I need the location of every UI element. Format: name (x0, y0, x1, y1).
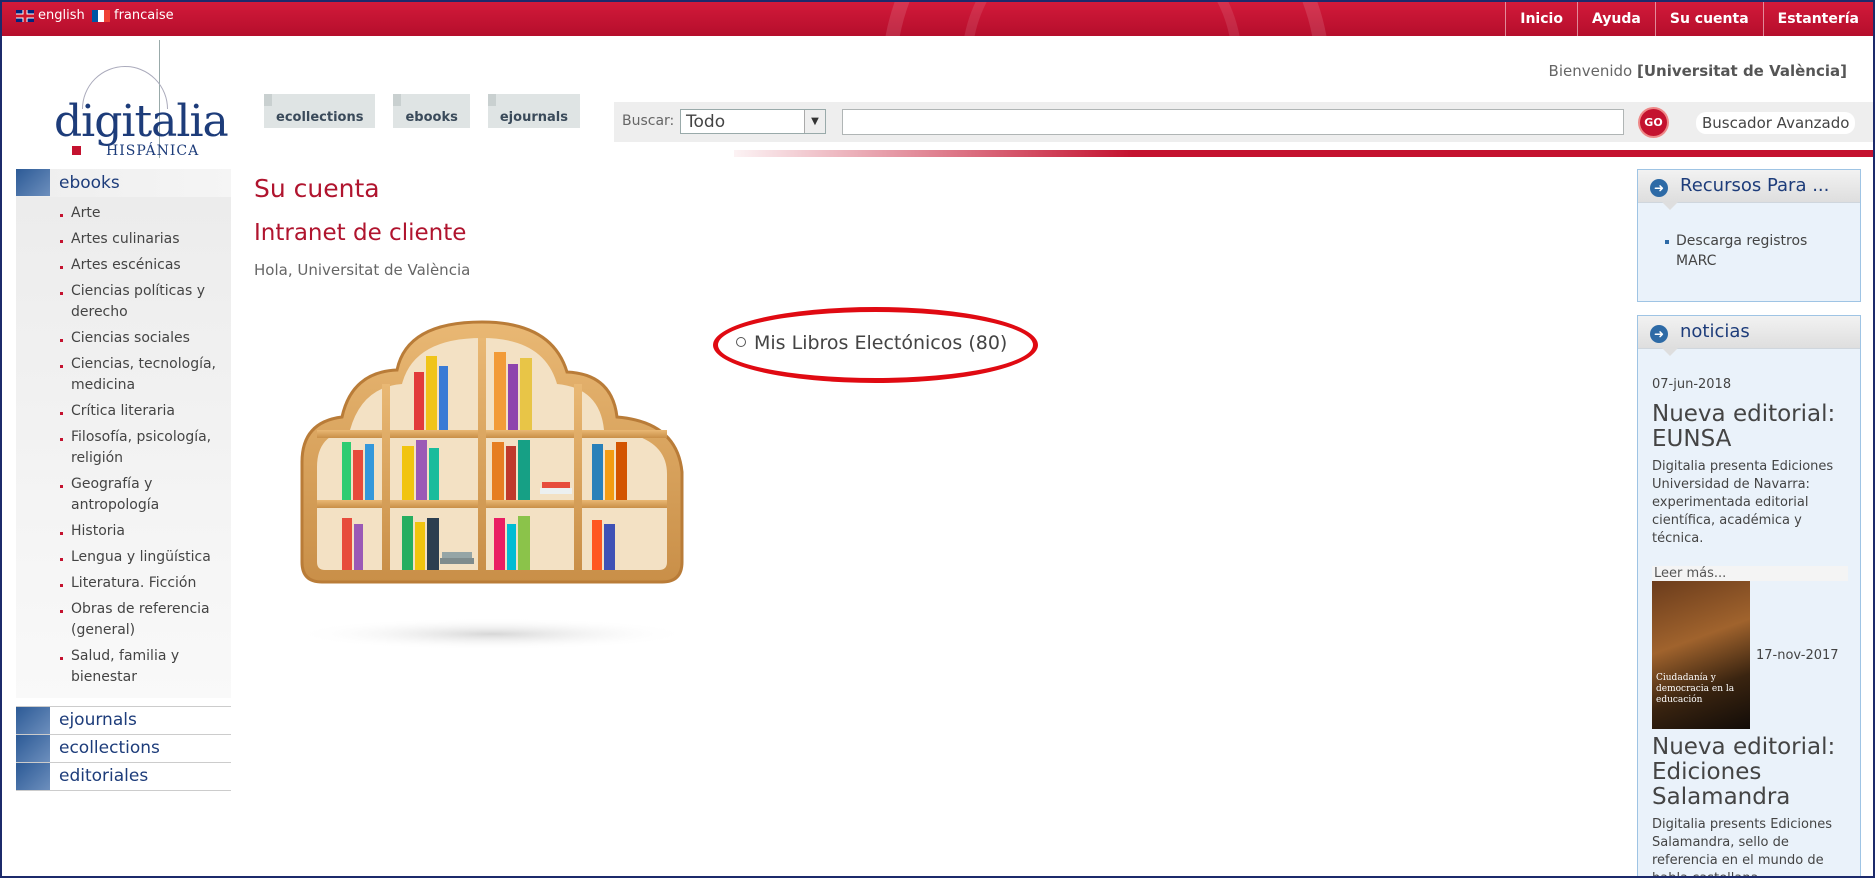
search-scope-select[interactable]: Todo ▼ (680, 109, 826, 134)
noticias-header: ➜ noticias (1638, 316, 1860, 349)
advanced-search-button[interactable]: Buscador Avanzado (1696, 112, 1856, 134)
noticias-panel: ➜ noticias 07-jun-2018 Nueva editorial: … (1637, 315, 1861, 876)
arrow-circle-icon: ➜ (1650, 325, 1668, 343)
sidebar-item-label: editoriales (59, 766, 149, 786)
search-label: Buscar: (622, 113, 675, 129)
recursos-title: Recursos Para ... (1680, 175, 1830, 196)
page-subtitle: Intranet de cliente (254, 220, 467, 246)
logo-sub: HISPÁNICA (106, 143, 200, 159)
category-sidebar: ebooks Arte Artes culinarias Artes escén… (16, 169, 231, 791)
bookshelf-cloud-image (292, 320, 692, 650)
search-scope-value: Todo (686, 112, 726, 132)
lang-french-label: francaise (114, 8, 174, 23)
subcategory-item[interactable]: Ciencias, tecnología, medicina (16, 351, 231, 398)
subcategory-item[interactable]: Salud, familia y bienestar (16, 643, 231, 690)
sidebar-item-label: ecollections (59, 738, 160, 758)
go-button[interactable]: GO (1640, 109, 1667, 136)
noticias-title: noticias (1680, 321, 1750, 342)
nav-su-cuenta[interactable]: Su cuenta (1654, 2, 1763, 36)
sidebar-item-ebooks[interactable]: ebooks (16, 169, 231, 197)
nav-ayuda[interactable]: Ayuda (1576, 2, 1655, 36)
subcategory-item[interactable]: Geografía y antropología (16, 471, 231, 518)
nav-estanteria[interactable]: Estantería (1762, 2, 1873, 36)
news-title[interactable]: Nueva editorial: Ediciones Salamandra (1652, 735, 1850, 810)
subcategory-item[interactable]: Ciencias sociales (16, 325, 231, 351)
page-title: Su cuenta (254, 174, 380, 203)
collection-tabs: ecollections ebooks ejournals (264, 94, 580, 128)
arrow-circle-icon: ➜ (1650, 179, 1668, 197)
news-date: 17-nov-2017 (1756, 647, 1839, 663)
subcategory-item[interactable]: Literatura. Ficción (16, 570, 231, 596)
category-block-icon (16, 763, 50, 790)
news-title[interactable]: Nueva editorial: EUNSA (1652, 402, 1850, 452)
news-item: Ciudadanía y democracia en la educación … (1652, 581, 1850, 729)
welcome-text: Bienvenido [Universitat de València] (1549, 62, 1847, 80)
sidebar-item-ejournals[interactable]: ejournals (16, 706, 231, 735)
sidebar-item-label: ebooks (59, 173, 120, 193)
book-cover-image[interactable]: Ciudadanía y democracia en la educación (1652, 581, 1750, 729)
subcategory-item[interactable]: Artes culinarias (16, 226, 231, 252)
greeting-text: Hola, Universitat de València (254, 261, 471, 279)
subcategory-item[interactable]: Crítica literaria (16, 398, 231, 424)
subcategory-item[interactable]: Filosofía, psicología, religión (16, 424, 231, 471)
header-red-line (734, 150, 1873, 157)
subcategory-item[interactable]: Ciencias políticas y derecho (16, 278, 231, 325)
news-text: Digitalia presenta Ediciones Universidad… (1652, 459, 1834, 546)
sidebar-item-editoriales[interactable]: editoriales (16, 763, 231, 791)
browser-frame: english francaise Inicio Ayuda Su cuenta… (0, 0, 1875, 878)
france-flag-icon (92, 9, 110, 22)
nav-inicio[interactable]: Inicio (1505, 2, 1577, 36)
tab-ejournals[interactable]: ejournals (487, 94, 580, 128)
lang-french-link[interactable]: francaise (92, 8, 174, 23)
recurso-marc-link[interactable]: Descarga registros MARC (1665, 231, 1848, 271)
subcategory-item[interactable]: Arte (16, 200, 231, 226)
top-nav: Inicio Ayuda Su cuenta Estantería (1505, 2, 1873, 36)
subcategory-item[interactable]: Artes escénicas (16, 252, 231, 278)
welcome-user: [Universitat de València] (1636, 62, 1847, 80)
lang-english-label: english (38, 8, 85, 23)
news-date: 07-jun-2018 (1652, 377, 1732, 392)
category-block-icon (16, 707, 50, 734)
tab-ecollections[interactable]: ecollections (264, 94, 376, 128)
book-cover-title: Ciudadanía y democracia en la educación (1656, 673, 1735, 705)
sidebar-item-label: ejournals (59, 710, 137, 730)
digitalia-logo[interactable]: digitalia HISPÁNICA (52, 40, 229, 160)
news-text: Digitalia presents Ediciones Salamandra,… (1652, 817, 1832, 876)
subcategory-item[interactable]: Obras de referencia (general) (16, 596, 231, 643)
top-bar: english francaise Inicio Ayuda Su cuenta… (2, 2, 1873, 36)
category-block-icon (16, 169, 50, 196)
welcome-prefix: Bienvenido (1548, 62, 1633, 80)
read-more-link[interactable]: Leer más... (1652, 566, 1848, 581)
sidebar-item-ecollections[interactable]: ecollections (16, 735, 231, 763)
logo-square (72, 146, 81, 155)
chevron-down-icon[interactable]: ▼ (804, 110, 825, 133)
recursos-panel: ➜ Recursos Para ... Descarga registros M… (1637, 169, 1861, 302)
header-notch (1662, 348, 1678, 356)
logo-word: digitalia (54, 96, 229, 147)
recursos-header: ➜ Recursos Para ... (1638, 170, 1860, 203)
uk-flag-icon (16, 9, 34, 22)
subcategory-item[interactable]: Historia (16, 518, 231, 544)
header-notch (1662, 202, 1678, 210)
search-input[interactable] (842, 109, 1624, 135)
lang-english-link[interactable]: english (16, 8, 85, 23)
subcategory-item[interactable]: Lengua y lingüística (16, 544, 231, 570)
tab-ebooks[interactable]: ebooks (393, 94, 470, 128)
category-block-icon (16, 735, 50, 762)
subcategory-list: Arte Artes culinarias Artes escénicas Ci… (16, 197, 231, 698)
decorative-swirl (962, 2, 1242, 36)
highlight-ellipse (713, 307, 1038, 383)
